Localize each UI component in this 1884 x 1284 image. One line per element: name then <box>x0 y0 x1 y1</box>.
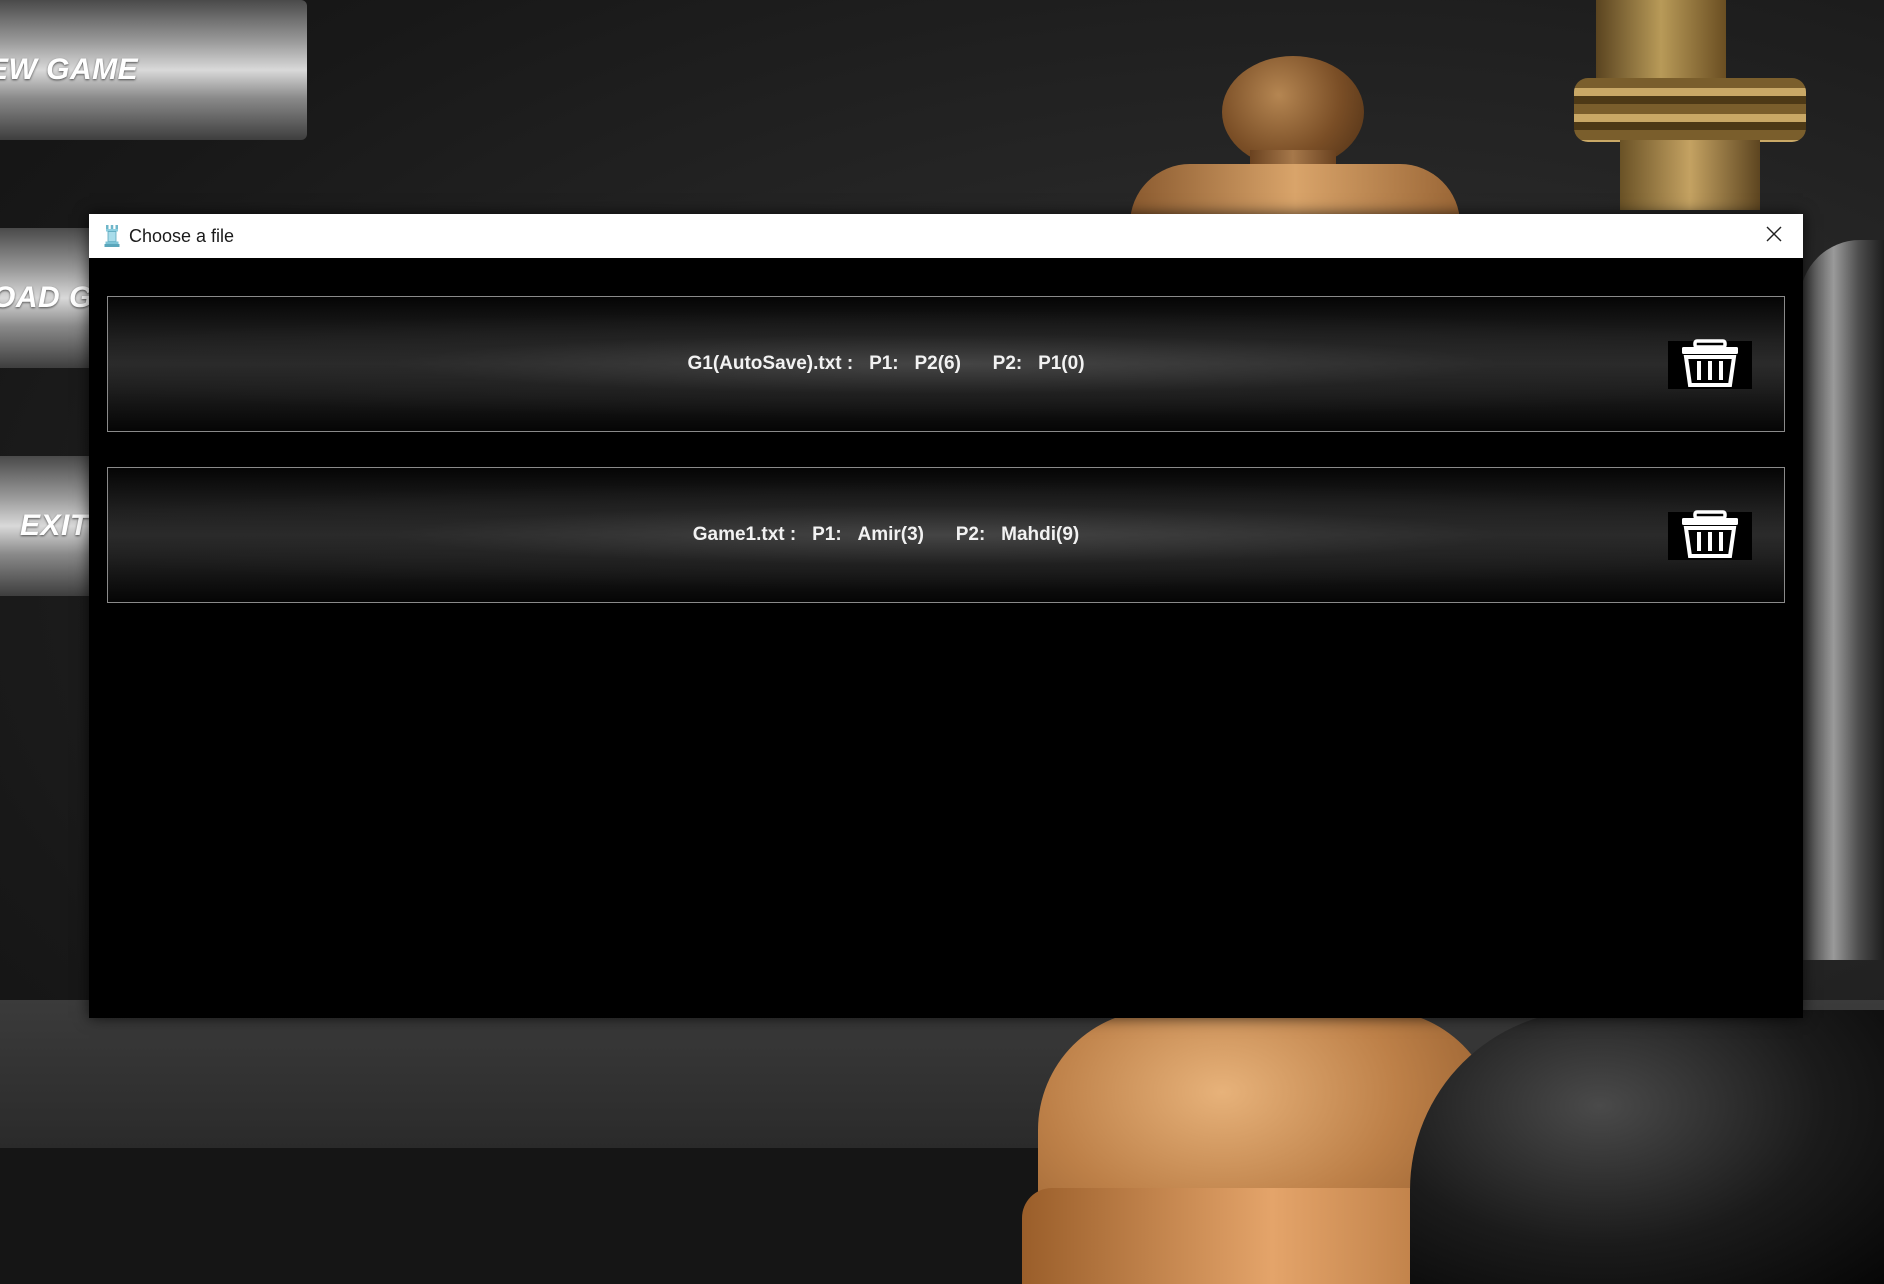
trash-icon <box>1675 338 1745 392</box>
file-list: G1(AutoSave).txt : P1: P2(6) P2: P1(0) G… <box>89 258 1803 1018</box>
grey-chess-piece <box>1800 240 1884 960</box>
delete-file-button[interactable] <box>1668 338 1752 392</box>
black-piece-body <box>1410 1010 1884 1284</box>
file-row-label: G1(AutoSave).txt : P1: P2(6) P2: P1(0) <box>108 297 1664 431</box>
player1-value: P2(6) <box>914 353 961 374</box>
dialog-titlebar[interactable]: Choose a file <box>89 214 1803 259</box>
player2-label: P2: <box>992 353 1023 374</box>
trash-icon <box>1675 509 1745 563</box>
file-row-game1[interactable]: Game1.txt : P1: Amir(3) P2: Mahdi(9) <box>107 467 1785 603</box>
new-game-button[interactable]: EW GAME <box>0 0 307 140</box>
close-icon <box>1765 225 1783 248</box>
brass-king-crown <box>1596 0 1726 80</box>
new-game-label: EW GAME <box>0 53 139 86</box>
close-button[interactable] <box>1745 214 1803 258</box>
delete-file-button[interactable] <box>1668 509 1752 563</box>
choose-file-dialog: Choose a file G1(AutoSave).txt : P1: P2(… <box>89 214 1803 1018</box>
file-name: Game1.txt : <box>692 524 797 545</box>
file-row-label: Game1.txt : P1: Amir(3) P2: Mahdi(9) <box>108 468 1664 602</box>
player1-value: Amir(3) <box>857 524 925 545</box>
player2-value: Mahdi(9) <box>1001 524 1080 545</box>
player2-label: P2: <box>955 524 986 545</box>
player2-value: P1(0) <box>1038 353 1085 374</box>
dialog-title: Choose a file <box>129 225 235 246</box>
exit-label: EXIT <box>20 509 89 542</box>
chess-rook-icon <box>103 224 121 248</box>
player1-label: P1: <box>869 353 899 374</box>
player1-label: P1: <box>812 524 842 545</box>
brass-king-neck <box>1620 140 1760 210</box>
file-row-g1-autosave[interactable]: G1(AutoSave).txt : P1: P2(6) P2: P1(0) <box>107 296 1785 432</box>
file-name: G1(AutoSave).txt : <box>687 353 854 374</box>
brass-king-rings <box>1574 78 1806 142</box>
